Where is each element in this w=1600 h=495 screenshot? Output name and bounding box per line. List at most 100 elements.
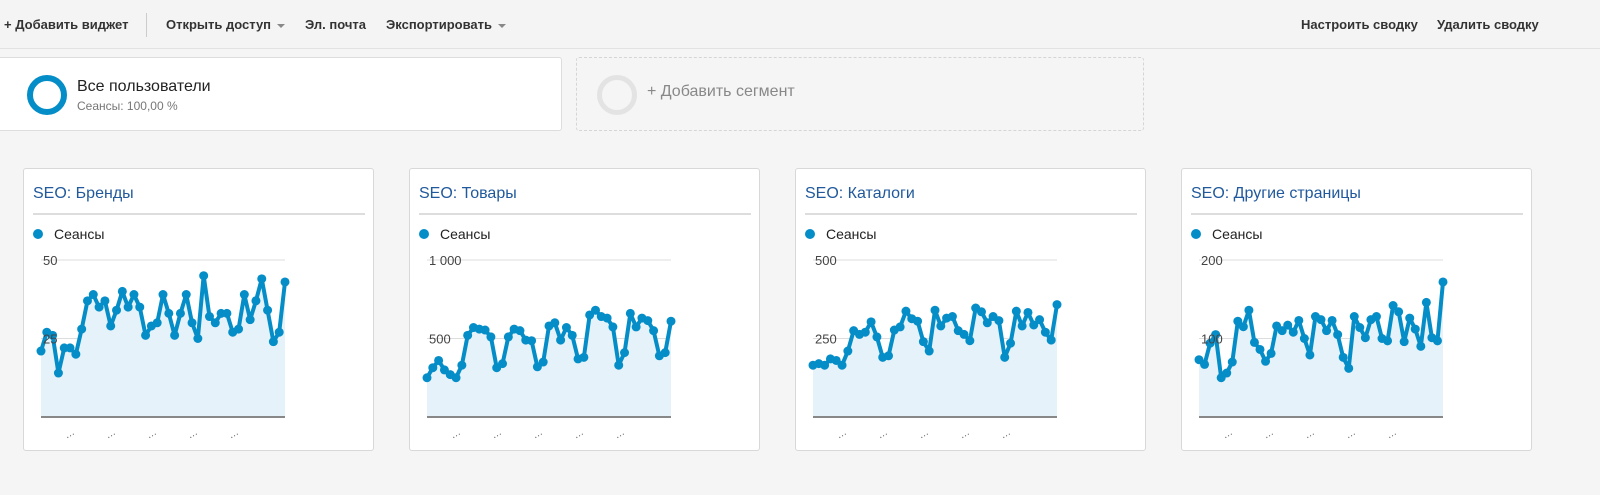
segment-share: Сеансы: 100,00 % — [77, 99, 178, 113]
data-point — [1355, 323, 1365, 333]
legend-label: Сеансы — [1212, 226, 1263, 242]
add-segment-button[interactable]: + Добавить сегмент — [576, 57, 1144, 131]
data-point — [463, 330, 473, 340]
y-tick-label: 250 — [815, 332, 837, 347]
x-tick-label: … — [999, 427, 1013, 442]
x-tick-label: … — [835, 427, 849, 442]
x-tick-label: … — [1303, 427, 1317, 442]
legend-dot-icon — [419, 229, 429, 239]
x-tick-label: … — [613, 427, 627, 442]
data-point — [1000, 352, 1010, 362]
data-point — [994, 316, 1004, 326]
x-tick-label: … — [1262, 427, 1276, 442]
customize-dashboard-button[interactable]: Настроить сводку — [1301, 17, 1418, 32]
data-point — [428, 363, 438, 373]
x-tick-label: … — [531, 427, 545, 442]
x-tick-label: … — [449, 427, 463, 442]
caret-down-icon — [498, 23, 507, 28]
data-point — [245, 315, 255, 325]
data-point — [193, 334, 203, 343]
data-point — [36, 346, 46, 356]
add-segment-label: + Добавить сегмент — [647, 83, 795, 100]
data-point — [625, 308, 635, 318]
data-point — [175, 308, 185, 318]
data-point — [164, 308, 174, 318]
data-point — [141, 330, 151, 340]
data-point — [239, 290, 249, 300]
data-point — [1416, 341, 1426, 351]
data-point — [170, 330, 180, 340]
data-point — [117, 286, 127, 296]
email-button[interactable]: Эл. почта — [305, 17, 366, 32]
data-point — [843, 346, 853, 356]
widget-title[interactable]: SEO: Каталоги — [805, 185, 915, 203]
widget-4: SEO: Другие страницы Сеансы 100 200…………… — [1181, 168, 1532, 451]
data-point — [1421, 297, 1431, 307]
widget-divider — [1191, 213, 1523, 215]
legend-dot-icon — [33, 229, 43, 239]
data-point — [1283, 320, 1293, 330]
sessions-chart: 5001 000…………… — [422, 253, 676, 442]
y-tick-label: 200 — [1201, 253, 1223, 268]
x-tick-label: … — [1221, 427, 1235, 442]
data-point — [631, 322, 641, 332]
data-point — [515, 326, 525, 336]
data-point — [1349, 312, 1359, 322]
data-point — [457, 360, 467, 370]
data-point — [567, 330, 577, 340]
data-point — [486, 332, 496, 342]
data-point — [199, 271, 209, 281]
x-tick-label: … — [227, 427, 241, 442]
data-point — [422, 373, 432, 383]
data-point — [614, 360, 624, 370]
data-point — [251, 296, 261, 306]
data-point — [837, 360, 847, 370]
widget-3: SEO: Каталоги Сеансы 250 500…………… — [795, 168, 1146, 451]
data-point — [1222, 368, 1232, 378]
data-point — [1333, 330, 1343, 340]
data-point — [924, 346, 934, 356]
widget-title[interactable]: SEO: Товары — [419, 185, 517, 203]
chart-legend: Сеансы — [805, 226, 876, 242]
data-point — [1227, 357, 1237, 367]
data-point — [274, 327, 284, 337]
x-tick-label: … — [490, 427, 504, 442]
data-point — [608, 322, 618, 332]
data-point — [1316, 315, 1326, 325]
widget-title[interactable]: SEO: Бренды — [33, 185, 134, 203]
x-tick-label: … — [145, 427, 159, 442]
data-point — [181, 290, 191, 300]
data-point — [1299, 334, 1309, 343]
data-point — [503, 332, 513, 342]
y-tick-label: 50 — [43, 253, 57, 268]
x-tick-label: … — [63, 427, 77, 442]
widget-divider — [805, 213, 1137, 215]
delete-dashboard-button[interactable]: Удалить сводку — [1437, 17, 1539, 32]
data-point — [936, 321, 946, 331]
data-point — [561, 323, 571, 333]
add-widget-button[interactable]: + Добавить виджет — [4, 17, 128, 32]
data-point — [1288, 327, 1298, 337]
x-tick-label: … — [1344, 427, 1358, 442]
data-point — [1322, 326, 1332, 336]
dashboard-toolbar: + Добавить виджет Открыть доступ Эл. поч… — [0, 0, 1600, 49]
data-point — [930, 305, 940, 315]
data-point — [77, 324, 87, 334]
widget-title[interactable]: SEO: Другие страницы — [1191, 185, 1361, 203]
segment-ring-icon — [27, 75, 67, 115]
data-point — [1432, 336, 1442, 346]
data-point — [884, 351, 894, 361]
data-point — [947, 312, 957, 322]
export-label: Экспортировать — [386, 17, 493, 32]
export-button[interactable]: Экспортировать — [386, 17, 507, 32]
data-point — [280, 277, 290, 287]
data-point — [1200, 359, 1210, 369]
data-point — [1327, 315, 1337, 325]
x-tick-label: … — [958, 427, 972, 442]
segment-all-users[interactable]: Все пользователи Сеансы: 100,00 % — [0, 57, 562, 131]
chart-legend: Сеансы — [419, 226, 490, 242]
data-point — [866, 317, 876, 327]
share-button[interactable]: Открыть доступ — [166, 17, 286, 32]
data-point — [53, 368, 63, 378]
empty-segment-ring-icon — [597, 75, 637, 115]
